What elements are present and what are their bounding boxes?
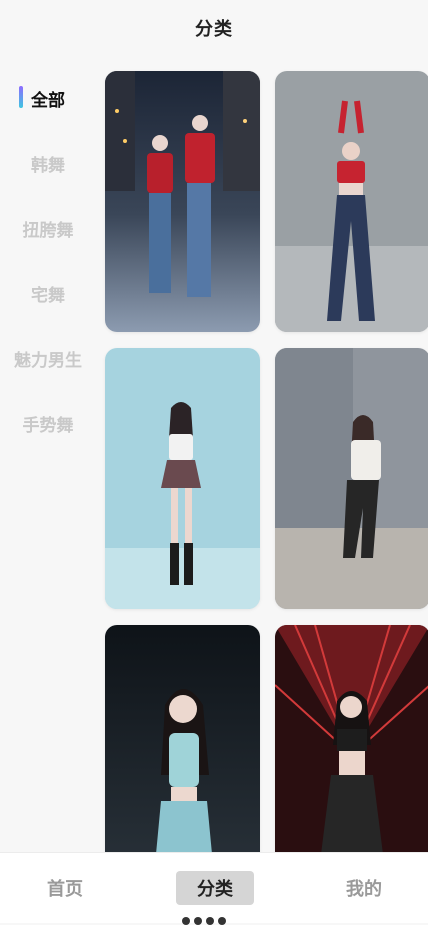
video-card[interactable] [275,71,428,332]
sidebar-item-gesture-dance[interactable]: 手势舞 [0,397,96,462]
sidebar-item-otaku-dance[interactable]: 宅舞 [0,267,96,332]
video-card[interactable] [105,625,260,886]
sidebar-item-label: 全部 [31,91,65,111]
tab-label: 分类 [197,879,233,900]
video-thumbnail [275,625,428,886]
page-title: 分类 [195,19,233,40]
loading-dots-icon [182,917,226,925]
video-card[interactable] [275,348,428,609]
sidebar-item-all[interactable]: 全部 [0,72,96,137]
tab-mine[interactable]: 我的 [325,871,403,905]
video-grid [105,71,428,886]
video-thumbnail [105,71,260,332]
tab-label: 我的 [346,879,382,900]
active-indicator [19,86,23,108]
video-thumbnail [275,71,428,332]
sidebar-item-label: 韩舞 [31,156,65,176]
sidebar-item-label: 扭胯舞 [22,221,74,241]
sidebar-item-label: 魅力男生 [14,351,82,371]
video-thumbnail [105,625,260,886]
tab-label: 首页 [47,879,83,900]
video-card[interactable] [275,625,428,886]
sidebar-item-korean-dance[interactable]: 韩舞 [0,137,96,202]
sidebar-item-hip-dance[interactable]: 扭胯舞 [0,202,96,267]
sidebar-item-charming-boys[interactable]: 魅力男生 [0,332,96,397]
tab-home[interactable]: 首页 [26,871,104,905]
sidebar-item-label: 宅舞 [31,286,65,306]
bottom-tab-bar: 首页 分类 我的 [0,852,428,925]
category-sidebar: 全部 韩舞 扭胯舞 宅舞 魅力男生 手势舞 [0,72,96,462]
sidebar-item-label: 手势舞 [22,416,74,436]
video-card[interactable] [105,348,260,609]
top-bar: 分类 [0,0,428,56]
video-card[interactable] [105,71,260,332]
tab-category[interactable]: 分类 [176,871,254,905]
video-thumbnail [105,348,260,609]
video-thumbnail [275,348,428,609]
